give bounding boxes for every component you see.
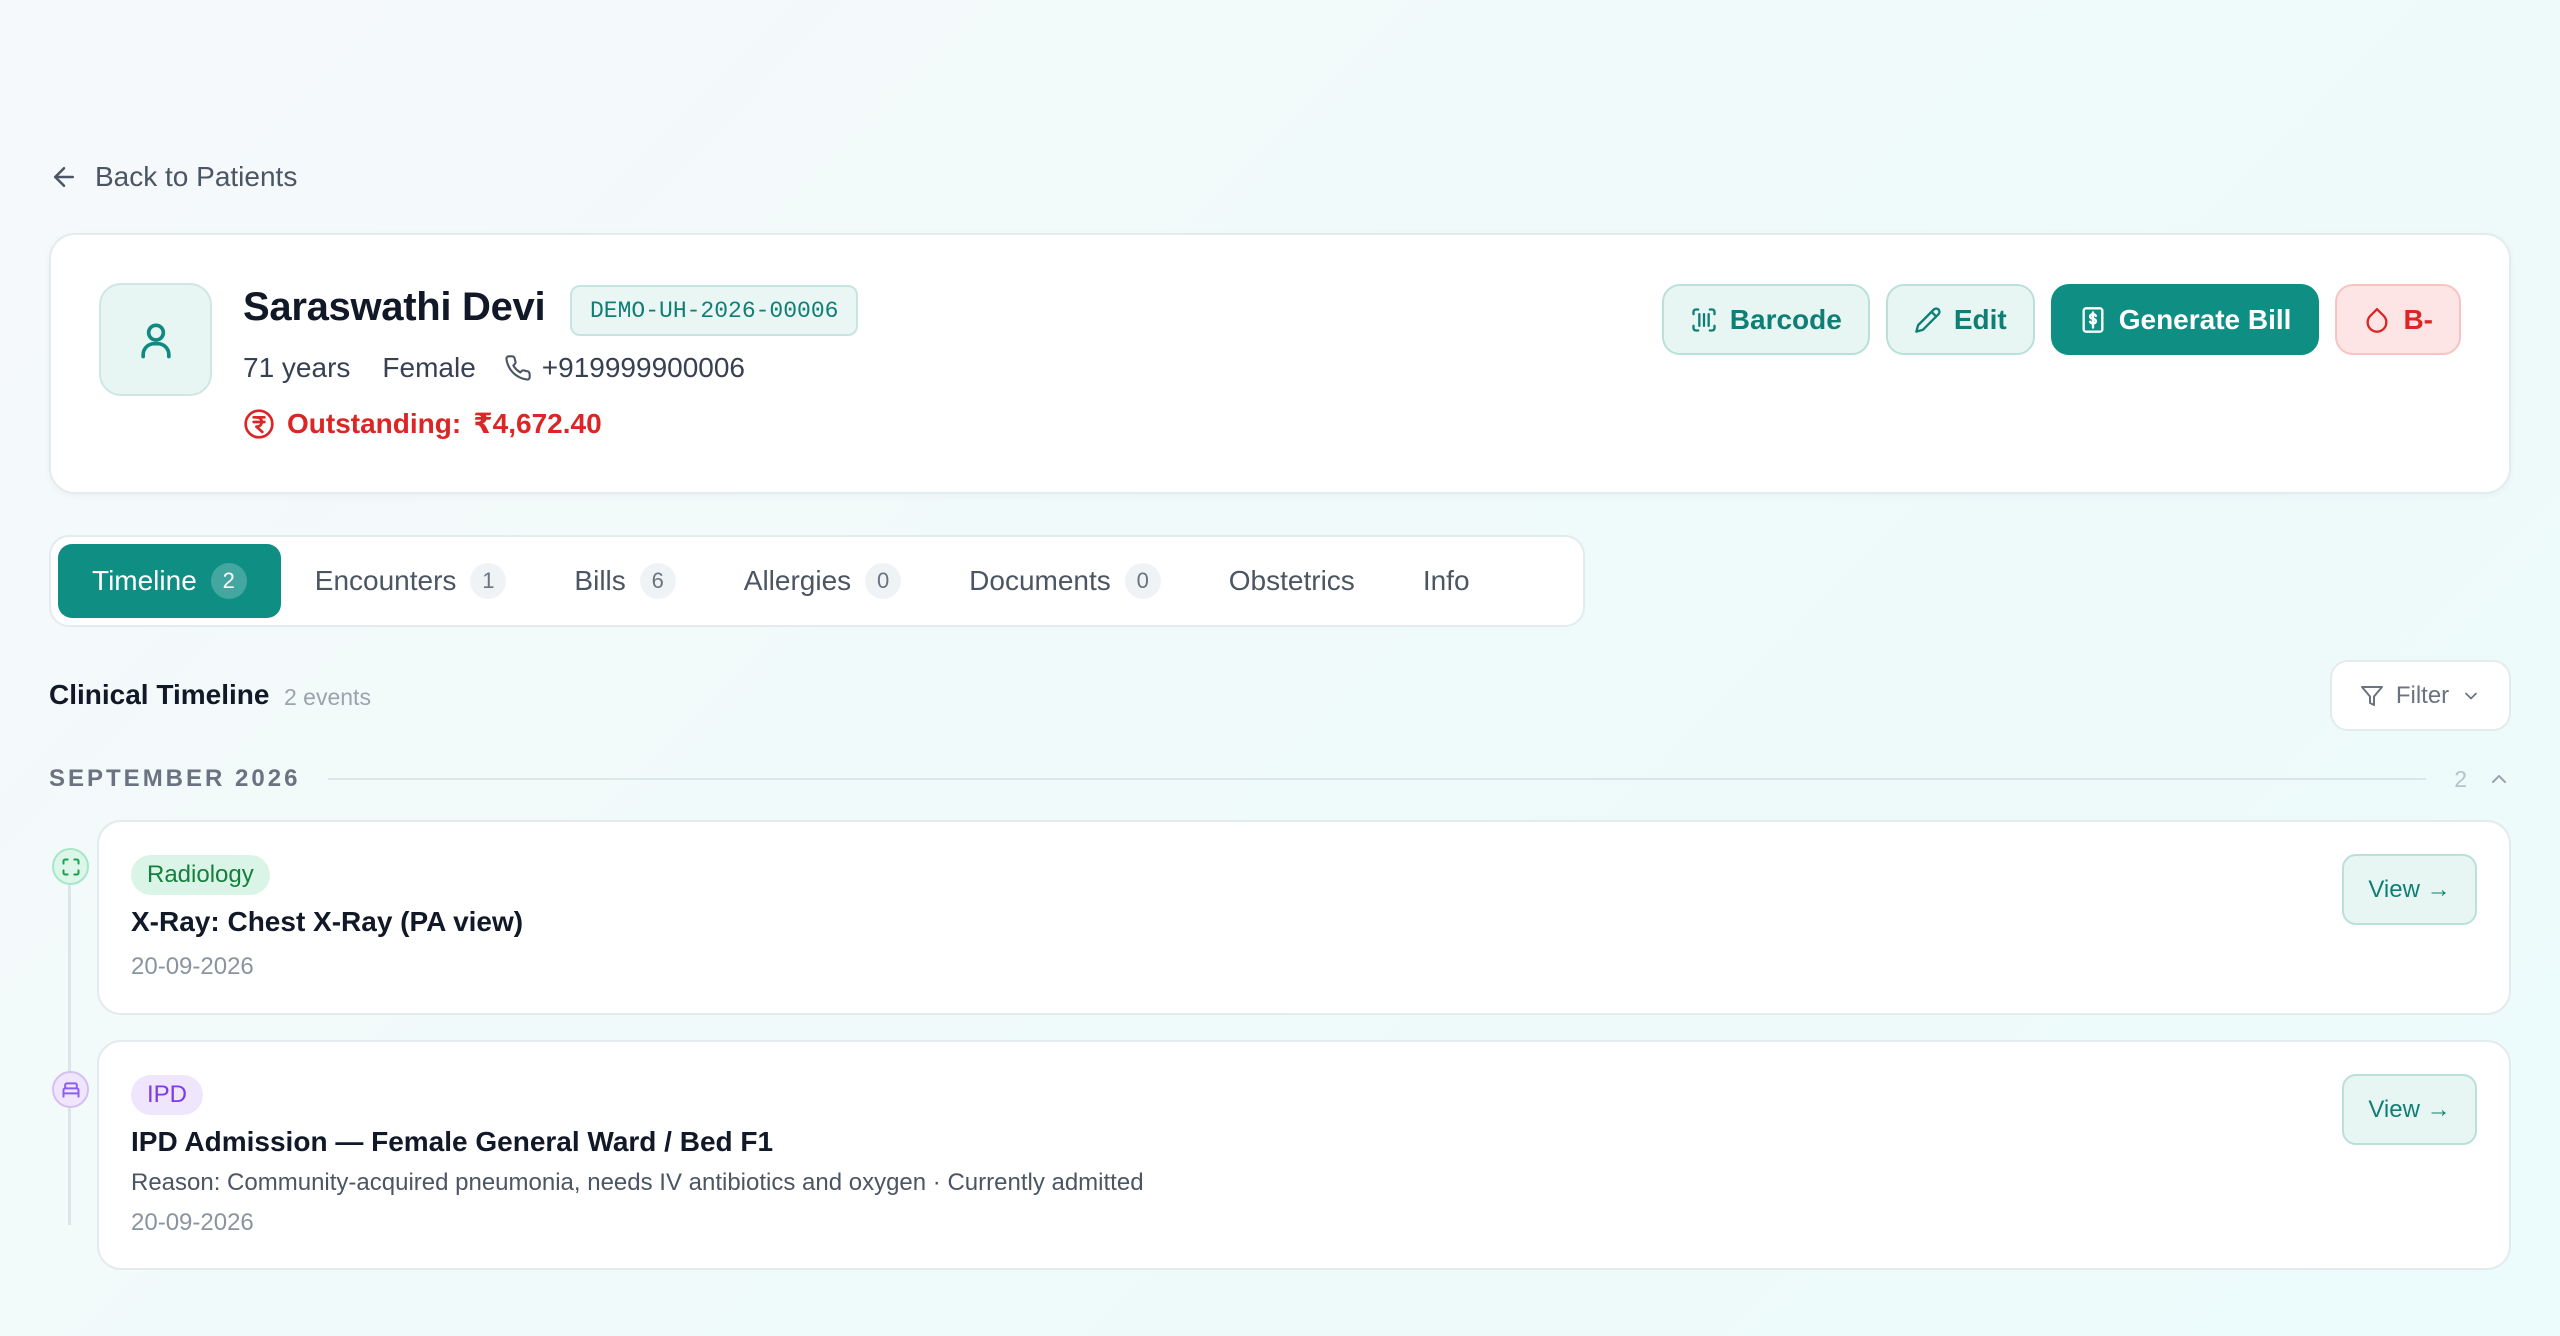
tab-label: Obstetrics [1228,565,1355,596]
tab-bills[interactable]: Bills 6 [540,544,709,618]
arrow-left-icon [49,162,79,192]
scan-icon [61,857,81,877]
bed-icon [61,1080,81,1100]
edit-button[interactable]: Edit [1885,284,2035,355]
generate-bill-button[interactable]: Generate Bill [2050,284,2320,355]
category-badge: Radiology [131,855,270,895]
timeline-title: Clinical Timeline [49,679,270,710]
ipd-dot [52,1071,89,1108]
phone-number: +919999900006 [541,352,745,383]
month-group-header[interactable]: SEPTEMBER 2026 2 [49,762,2511,796]
patient-meta: 71 years Female +919999900006 [243,352,745,384]
timeline-event-card: Radiology X-Ray: Chest X-Ray (PA view) 2… [97,820,2511,1015]
outstanding-balance: Outstanding: ₹4,672.40 [243,407,602,440]
avatar [99,283,212,396]
uhid-badge: DEMO-UH-2026-00006 [570,285,859,336]
barcode-button[interactable]: Barcode [1661,284,1870,355]
chevron-down-icon [2461,686,2481,706]
tab-documents[interactable]: Documents 0 [935,544,1195,618]
droplet-icon [2363,306,2391,334]
tab-count: 6 [639,563,676,599]
tab-label: Info [1422,565,1470,596]
event-reason: Reason: Community-acquired pneumonia, ne… [131,1169,1144,1196]
tab-count: 0 [1124,563,1161,599]
tab-obstetrics[interactable]: Obstetrics [1195,544,1389,618]
event-title: X-Ray: Chest X-Ray (PA view) [131,906,524,937]
outstanding-label: Outstanding: [287,407,462,439]
back-to-patients-link[interactable]: Back to Patients [49,161,297,193]
patient-name: Saraswathi Devi [243,285,546,329]
generate-bill-label: Generate Bill [2118,303,2292,335]
tab-label: Bills [574,565,626,596]
pencil-icon [1914,306,1942,334]
tab-allergies[interactable]: Allergies 0 [710,544,935,618]
tab-encounters[interactable]: Encounters 1 [281,544,541,618]
patient-age: 71 years [243,352,351,383]
patient-phone: +919999900006 [504,352,745,384]
user-icon [134,318,178,362]
outstanding-amount: ₹4,672.40 [473,408,602,439]
tab-label: Encounters [314,565,457,596]
blood-group-label: B- [2403,303,2433,335]
timeline-event-card: IPD IPD Admission — Female General Ward … [97,1040,2511,1270]
receipt-icon [2079,306,2107,334]
patient-tabs: Timeline 2 Encounters 1 Bills 6 Allergie… [49,535,1585,627]
timeline-rail [68,880,71,1225]
tab-count: 2 [210,563,247,599]
event-date: 20-09-2026 [131,1209,254,1236]
tab-info[interactable]: Info [1389,544,1504,618]
edit-button-label: Edit [1953,303,2007,335]
funnel-icon [2360,684,2384,708]
blood-group-badge[interactable]: B- [2335,284,2461,355]
month-event-count: 2 [2454,765,2467,792]
patient-actions: Barcode Edit Generate Bill B- [1661,284,2461,355]
tab-label: Timeline [92,565,197,596]
chevron-up-icon[interactable] [2487,767,2511,791]
barcode-scan-icon [1690,306,1718,334]
event-date: 20-09-2026 [131,953,254,980]
view-button[interactable]: View → [2342,1074,2477,1145]
month-divider [328,778,2427,780]
barcode-button-label: Barcode [1729,303,1842,335]
phone-icon [504,354,532,382]
tab-label: Allergies [743,565,852,596]
tab-count: 0 [865,563,902,599]
timeline-event-count: 2 events [284,684,371,710]
view-button[interactable]: View → [2342,854,2477,925]
back-link-label: Back to Patients [95,161,298,192]
month-label: SEPTEMBER 2026 [49,765,301,792]
patient-gender: Female [382,352,476,383]
tab-timeline[interactable]: Timeline 2 [58,544,281,618]
filter-label: Filter [2395,681,2450,709]
event-title: IPD Admission — Female General Ward / Be… [131,1126,774,1157]
category-badge: IPD [131,1075,204,1115]
patient-header-card: Saraswathi Devi DEMO-UH-2026-00006 71 ye… [49,233,2511,494]
tab-label: Documents [969,565,1111,596]
rupee-circle-icon [243,408,275,440]
radiology-dot [52,848,89,885]
filter-button[interactable]: Filter [2330,660,2511,731]
tab-count: 1 [470,563,507,599]
